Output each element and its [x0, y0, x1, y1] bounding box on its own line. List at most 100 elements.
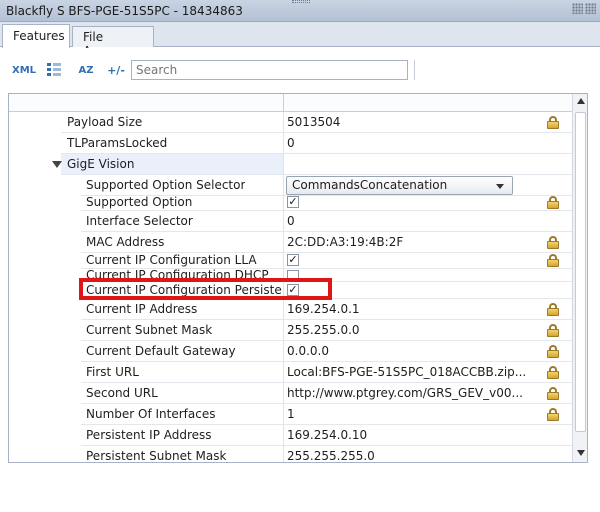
table-row[interactable]: Interface Selector 0	[9, 211, 572, 232]
chevron-down-icon[interactable]	[496, 184, 504, 189]
drag-grip-icon[interactable]	[292, 0, 310, 3]
row-value: 5013504	[287, 115, 341, 129]
column-divider	[283, 362, 284, 383]
table-row[interactable]: Current IP Address 169.254.0.1	[9, 299, 572, 320]
column-divider	[283, 232, 284, 253]
scroll-thumb[interactable]	[575, 112, 586, 432]
value-cell	[284, 154, 572, 175]
column-divider	[283, 154, 284, 175]
table-row[interactable]: Second URL http://www.ptgrey.com/GRS_GEV…	[9, 383, 572, 404]
row-label: Supported Option	[86, 195, 193, 209]
row-value[interactable]: 169.254.0.10	[287, 425, 527, 446]
value-cell	[284, 269, 572, 282]
tab-file-access[interactable]: File Access	[72, 26, 154, 58]
supported-option-checkbox[interactable]: ✓	[287, 196, 299, 208]
row-label: Interface Selector	[86, 214, 193, 228]
row-value: 255.255.0.0	[287, 323, 360, 337]
table-row[interactable]: Current Default Gateway 0.0.0.0	[9, 341, 572, 362]
lock-icon	[547, 236, 559, 249]
row-label: Persistent IP Address	[86, 428, 212, 442]
row-value[interactable]: 0	[287, 133, 527, 154]
row-label: Current Default Gateway	[86, 344, 236, 358]
row-label: Second URL	[86, 386, 158, 400]
tab-bar: Features File Access	[0, 22, 600, 58]
close-icon[interactable]	[585, 3, 596, 14]
table-row[interactable]: Current IP Configuration LLA ✓	[9, 252, 572, 269]
column-divider	[283, 112, 284, 133]
lock-icon	[547, 254, 559, 267]
column-divider	[283, 211, 284, 232]
dhcp-checkbox[interactable]	[287, 270, 299, 281]
table-row[interactable]: First URL Local:BFS-PGE-51S5PC_018ACCBB.…	[9, 362, 572, 383]
row-value[interactable]: 0	[287, 211, 527, 232]
search-input[interactable]	[131, 60, 408, 80]
tab-features[interactable]: Features	[2, 24, 70, 48]
row-label: Current IP Address	[86, 302, 198, 316]
row-label: First URL	[86, 365, 139, 379]
group-row-gige-vision[interactable]: GigE Vision	[9, 154, 572, 175]
row-value: 0.0.0.0	[287, 344, 329, 358]
row-value: 1	[287, 407, 295, 421]
group-label: GigE Vision	[67, 157, 135, 171]
lock-icon	[547, 408, 559, 421]
table-row[interactable]: Current Subnet Mask 255.255.0.0	[9, 320, 572, 341]
table-row[interactable]: Number Of Interfaces 1	[9, 404, 572, 425]
row-label: MAC Address	[86, 235, 165, 249]
expand-collapse-icon[interactable]: +/-	[106, 62, 126, 78]
column-divider	[283, 94, 284, 112]
column-divider	[283, 282, 284, 299]
lock-icon	[547, 116, 559, 129]
lock-icon	[547, 345, 559, 358]
table-row[interactable]: Current IP Configuration DHCP	[9, 269, 572, 282]
row-value: http://www.ptgrey.com/GRS_GEV_v00...	[287, 386, 523, 400]
row-value: Local:BFS-PGE-51S5PC_018ACCBB.zip...	[287, 365, 527, 379]
value-cell	[284, 193, 572, 211]
row-value: 2C:DD:A3:19:4B:2F	[287, 235, 404, 249]
window-title: Blackfly S BFS-PGE-51S5PC - 18434863	[6, 4, 243, 18]
sort-az-icon[interactable]: AZ	[76, 62, 96, 78]
table-row[interactable]: Persistent IP Address 169.254.0.10	[9, 425, 572, 446]
dropdown-value: CommandsConcatenation	[292, 178, 448, 192]
lock-icon	[547, 303, 559, 316]
feature-grid: Payload Size 5013504 TLParamsLocked 0 Gi…	[8, 93, 588, 463]
table-row[interactable]: MAC Address 2C:DD:A3:19:4B:2F	[9, 232, 572, 253]
column-divider	[283, 133, 284, 154]
table-row[interactable]: TLParamsLocked 0	[9, 133, 572, 154]
column-divider	[283, 383, 284, 404]
persistent-ip-checkbox[interactable]: ✓	[287, 284, 299, 296]
column-divider	[283, 341, 284, 362]
column-divider	[283, 269, 284, 282]
row-label: Current Subnet Mask	[86, 323, 213, 337]
lock-icon	[547, 324, 559, 337]
row-label: Number Of Interfaces	[86, 407, 216, 421]
column-divider	[283, 320, 284, 341]
column-divider	[283, 299, 284, 320]
grid-header	[9, 94, 572, 112]
row-label: Current IP Configuration LLA	[86, 253, 257, 267]
row-label: Current IP Configuration Persiste…	[86, 283, 282, 297]
table-row[interactable]: Supported Option ✓	[9, 193, 572, 211]
lla-checkbox[interactable]: ✓	[287, 254, 299, 266]
row-label: Current IP Configuration DHCP	[86, 269, 269, 282]
table-row[interactable]: Current IP Configuration Persiste… ✓	[9, 282, 572, 299]
restore-icon[interactable]	[572, 3, 583, 14]
xml-icon[interactable]: XML	[12, 62, 36, 78]
column-divider	[283, 425, 284, 446]
lock-icon	[547, 196, 559, 209]
collapse-arrow-icon[interactable]	[52, 161, 62, 168]
vertical-scrollbar[interactable]	[572, 94, 587, 462]
window-titlebar[interactable]: Blackfly S BFS-PGE-51S5PC - 18434863	[0, 0, 600, 22]
table-row[interactable]: Payload Size 5013504	[9, 112, 572, 133]
toolbar-separator	[414, 60, 415, 80]
column-divider	[283, 193, 284, 211]
list-view-icon[interactable]	[45, 62, 63, 78]
table-row[interactable]: Persistent Subnet Mask 255.255.255.0	[9, 446, 572, 462]
value-cell	[284, 252, 572, 269]
row-value[interactable]: 255.255.255.0	[287, 446, 527, 462]
column-divider	[283, 446, 284, 462]
scroll-down-icon[interactable]	[577, 450, 585, 456]
lock-icon	[547, 366, 559, 379]
row-label: TLParamsLocked	[67, 136, 168, 150]
lock-icon	[547, 387, 559, 400]
scroll-up-icon[interactable]	[577, 98, 585, 104]
